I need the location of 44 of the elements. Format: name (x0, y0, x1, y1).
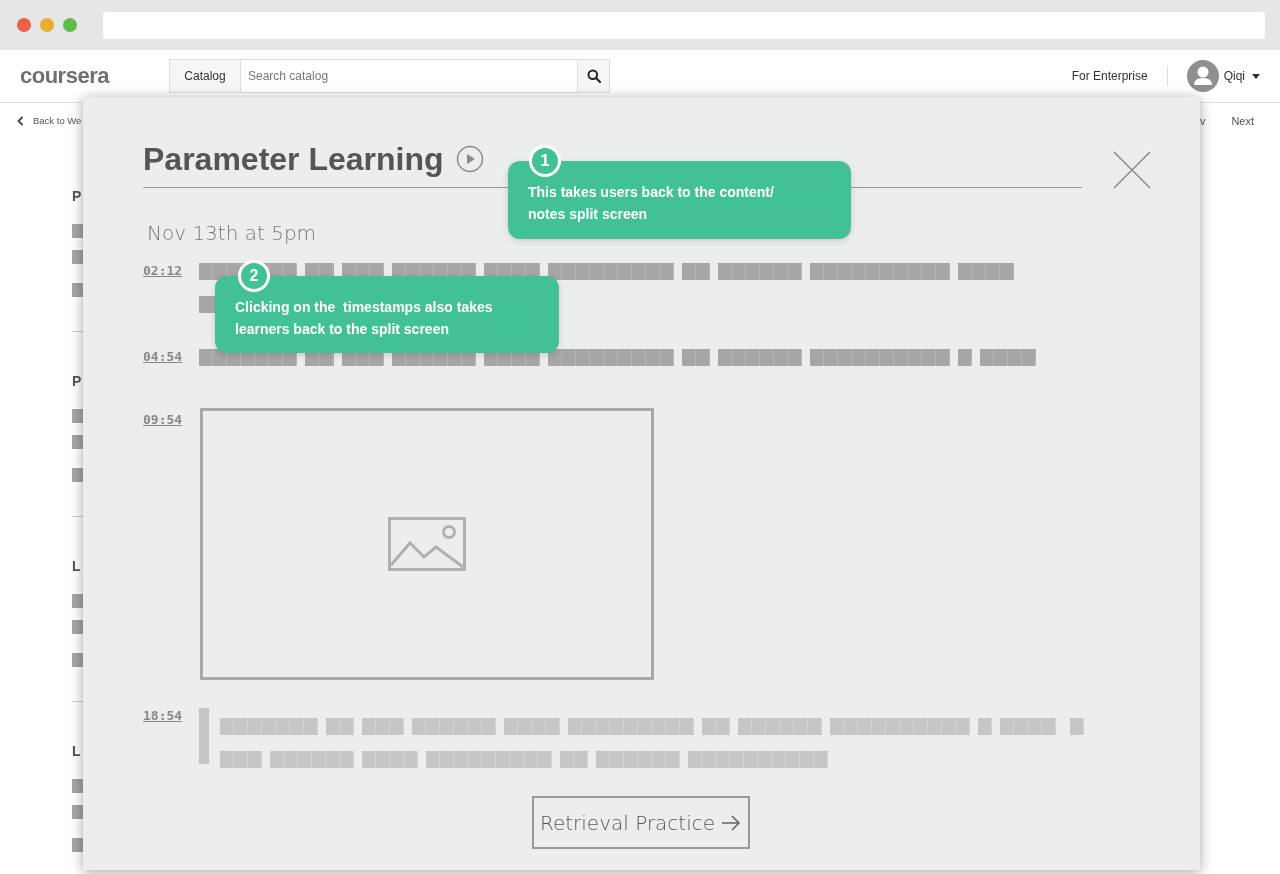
logo[interactable]: coursera (20, 63, 169, 89)
text-placeholder (72, 620, 83, 634)
catalog-button[interactable]: Catalog (169, 59, 241, 93)
image-icon (388, 517, 466, 571)
text-placeholder (72, 435, 83, 449)
section-heading: L (72, 742, 81, 761)
text-placeholder (72, 805, 83, 819)
text-placeholder (72, 594, 83, 608)
retrieval-practice-button[interactable]: Retrieval Practice (531, 796, 750, 849)
text-placeholder (72, 250, 83, 264)
search-field[interactable]: Search catalog (241, 59, 577, 93)
text-placeholder (72, 779, 83, 793)
search-button[interactable] (577, 59, 610, 93)
caret-icon[interactable] (1252, 73, 1260, 79)
quote-bar (199, 708, 209, 764)
section-heading: P (72, 372, 82, 391)
note-date: Nov 13th at 5pm (147, 221, 318, 245)
window-control-dot[interactable] (17, 18, 31, 32)
callout-text: This takes users back to the content/ notes split screen (528, 183, 775, 224)
text-placeholder (72, 409, 83, 423)
section-heading: P (72, 187, 82, 206)
user-name[interactable]: Qiqi (1223, 69, 1245, 83)
chevron-left-icon[interactable] (17, 115, 24, 126)
play-icon[interactable] (455, 145, 484, 173)
window-control-dot[interactable] (40, 18, 54, 32)
section-heading: L (72, 557, 81, 576)
text-placeholder (72, 283, 83, 297)
callout-text: Clicking on the timestamps also takes learners back to the split screen (235, 298, 494, 339)
avatar-icon[interactable] (1186, 60, 1219, 92)
text-placeholder (72, 468, 83, 482)
callout-number: 2 (238, 260, 270, 292)
modal-title: Parameter Learning (143, 140, 444, 178)
back-link[interactable]: Back to We (33, 115, 82, 126)
next-link[interactable]: Next (1231, 114, 1254, 127)
close-icon[interactable] (1113, 151, 1151, 189)
window-control-dot[interactable] (63, 18, 77, 32)
search-icon (586, 69, 601, 83)
callout-number: 1 (529, 145, 561, 177)
text-placeholder (72, 838, 83, 852)
text-placeholder (72, 224, 83, 238)
enterprise-link[interactable]: For Enterprise (1071, 69, 1148, 83)
text-placeholder (72, 653, 83, 667)
previous-link[interactable]: v (1199, 114, 1206, 127)
arrow-right-icon (721, 814, 742, 831)
